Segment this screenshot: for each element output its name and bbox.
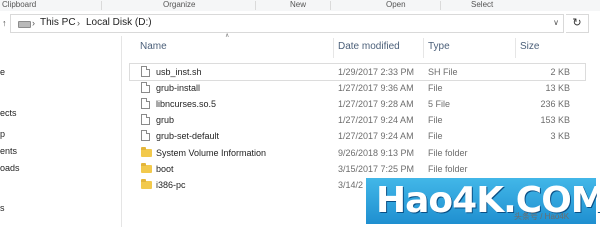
file-date: 9/26/2018 9:13 PM: [338, 148, 415, 158]
file-date: 1/27/2017 9:24 AM: [338, 115, 414, 125]
ribbon-clipboard-label: Clipboard: [2, 0, 37, 9]
ribbon-organize-label: Organize: [163, 0, 196, 9]
file-icon: [141, 114, 150, 125]
drive-icon: [18, 21, 31, 28]
column-separator[interactable]: [515, 38, 516, 58]
folder-icon: [141, 163, 152, 173]
ribbon-separator: [101, 1, 102, 10]
address-bar[interactable]: › This PC › Local Disk (D:) ∨: [10, 14, 564, 33]
file-name: grub-install: [156, 83, 201, 93]
file-icon: [141, 98, 150, 109]
file-name: grub: [156, 115, 175, 125]
file-date: 1/27/2017 9:28 AM: [338, 99, 414, 109]
folder-icon: [141, 179, 152, 189]
nav-item[interactable]: oads: [0, 163, 20, 174]
table-row[interactable]: libncurses.so.5 1/27/2017 9:28 AM 5 File…: [130, 96, 585, 112]
address-row: ↑ › This PC › Local Disk (D:) ∨ ↻: [0, 11, 600, 35]
refresh-button[interactable]: ↻: [566, 14, 589, 33]
file-size: 236 KB: [540, 99, 570, 109]
file-name: System Volume Information: [156, 148, 267, 158]
file-icon: [141, 130, 150, 141]
ribbon-select-label: Select: [471, 0, 494, 9]
table-row[interactable]: System Volume Information 9/26/2018 9:13…: [130, 145, 585, 161]
ribbon-open-label: Open: [386, 0, 406, 9]
file-date: 3/15/2017 7:25 PM: [338, 164, 415, 174]
file-name: grub-set-default: [156, 131, 220, 141]
file-date: 1/27/2017 9:24 AM: [338, 131, 414, 141]
chevron-right-icon[interactable]: ›: [77, 16, 80, 30]
table-row[interactable]: grub-install 1/27/2017 9:36 AM File 13 K…: [130, 80, 585, 96]
ribbon-separator: [330, 1, 331, 10]
file-date: 1/27/2017 9:36 AM: [338, 83, 414, 93]
nav-item[interactable]: ents: [0, 146, 17, 157]
nav-item[interactable]: e: [0, 67, 5, 78]
file-type: File: [428, 131, 443, 141]
ribbon-separator: [255, 1, 256, 10]
file-date: 1/29/2017 2:33 PM: [338, 67, 415, 77]
up-arrow-icon[interactable]: ↑: [2, 17, 10, 29]
file-date: 3/14/2: [338, 180, 364, 190]
file-type: File: [428, 115, 443, 125]
breadcrumb-local-disk[interactable]: Local Disk (D:): [86, 16, 152, 30]
ribbon-new-label: New: [290, 0, 307, 9]
file-type: File: [428, 83, 443, 93]
file-name: i386-pc: [156, 180, 186, 190]
file-name: libncurses.so.5: [156, 99, 217, 109]
nav-item[interactable]: s: [0, 203, 5, 214]
column-separator[interactable]: [423, 38, 424, 58]
nav-item[interactable]: ects: [0, 108, 17, 119]
navigation-pane: e ects p ents oads s: [0, 36, 122, 227]
file-icon: [141, 82, 150, 93]
file-type: SH File: [428, 67, 458, 77]
file-name: boot: [156, 164, 174, 174]
column-separator[interactable]: [333, 38, 334, 58]
column-header-name[interactable]: Name: [140, 41, 167, 53]
refresh-icon: ↻: [572, 17, 582, 29]
file-type: File folder: [428, 164, 468, 174]
file-type: File folder: [428, 148, 468, 158]
file-icon: [141, 66, 150, 77]
ribbon-separator: [440, 1, 441, 10]
pane-divider[interactable]: [121, 36, 122, 227]
sort-ascending-icon: ∧: [225, 33, 230, 39]
file-size: 13 KB: [545, 83, 570, 93]
file-size: 153 KB: [540, 115, 570, 125]
file-type: 5 File: [428, 99, 451, 109]
chevron-right-icon[interactable]: ›: [32, 16, 35, 30]
column-header-type[interactable]: Type: [428, 41, 450, 53]
column-header-size[interactable]: Size: [520, 41, 539, 53]
file-size: 3 KB: [550, 131, 570, 141]
nav-item[interactable]: p: [0, 129, 5, 140]
table-row[interactable]: usb_inst.sh 1/29/2017 2:33 PM SH File 2 …: [129, 63, 586, 81]
table-row[interactable]: boot 3/15/2017 7:25 PM File folder: [130, 161, 585, 177]
folder-icon: [141, 147, 152, 157]
breadcrumb-this-pc[interactable]: This PC: [40, 16, 76, 30]
watermark-subtext: 头条号 / Hao4K: [514, 212, 570, 221]
chevron-down-icon[interactable]: ∨: [553, 16, 559, 30]
file-name: usb_inst.sh: [156, 67, 202, 77]
table-row[interactable]: grub 1/27/2017 9:24 AM File 153 KB: [130, 112, 585, 128]
table-row[interactable]: grub-set-default 1/27/2017 9:24 AM File …: [130, 128, 585, 144]
column-header-date[interactable]: Date modified: [338, 41, 400, 53]
file-size: 2 KB: [550, 67, 570, 77]
